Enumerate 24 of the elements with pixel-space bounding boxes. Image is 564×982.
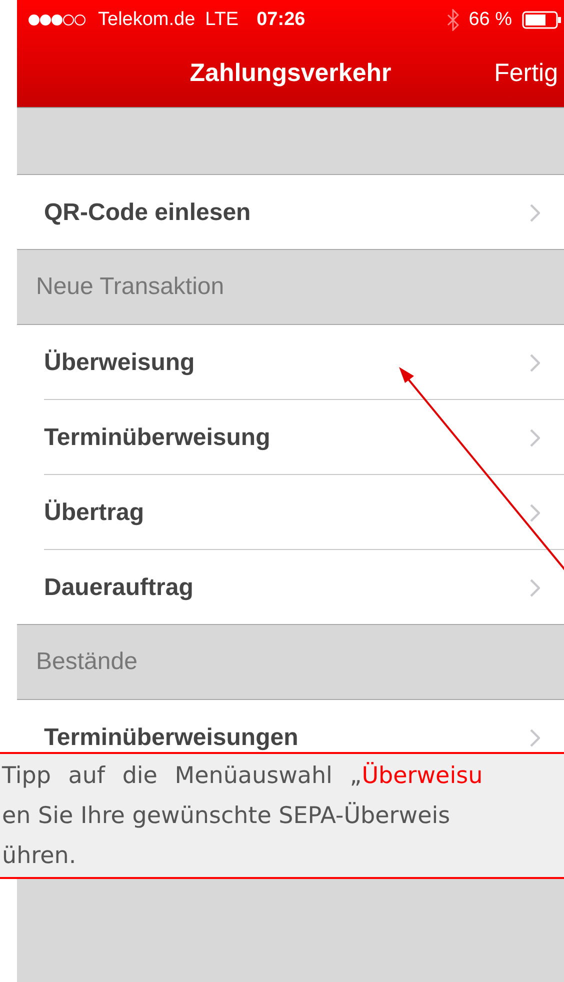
section-header: Bestände xyxy=(36,648,138,676)
chevron-icon xyxy=(530,204,540,222)
menu-item[interactable]: Überweisung xyxy=(17,325,564,400)
chevron-icon xyxy=(530,578,540,596)
menu-item[interactable]: QR-Code einlesen xyxy=(17,175,564,250)
carrier-name: Telekom.de xyxy=(98,9,196,31)
section-header: Neue Transaktion xyxy=(36,273,224,301)
signal-icon xyxy=(28,13,88,27)
hint-text: en Sie Ihre gewünschte SEPA-Überweis xyxy=(2,801,450,831)
bluetooth-icon xyxy=(446,9,459,31)
battery-percent: 66 % xyxy=(468,9,512,31)
hint-text: ühren. xyxy=(2,842,76,871)
menu-item[interactable]: Terminüberweisung xyxy=(17,400,564,475)
menu-item[interactable]: Dauerauftrag xyxy=(17,550,564,625)
chevron-icon xyxy=(530,354,540,372)
menu-item[interactable]: Übertrag xyxy=(17,475,564,550)
network-type: LTE xyxy=(205,9,239,31)
done-button[interactable]: Fertig xyxy=(494,58,564,88)
screen-title: Zahlungsverkehr xyxy=(190,58,392,88)
chevron-icon xyxy=(530,504,540,522)
clock: 07:26 xyxy=(256,9,306,31)
chevron-icon xyxy=(530,428,540,446)
battery-icon xyxy=(522,11,562,29)
chevron-icon xyxy=(530,728,540,746)
